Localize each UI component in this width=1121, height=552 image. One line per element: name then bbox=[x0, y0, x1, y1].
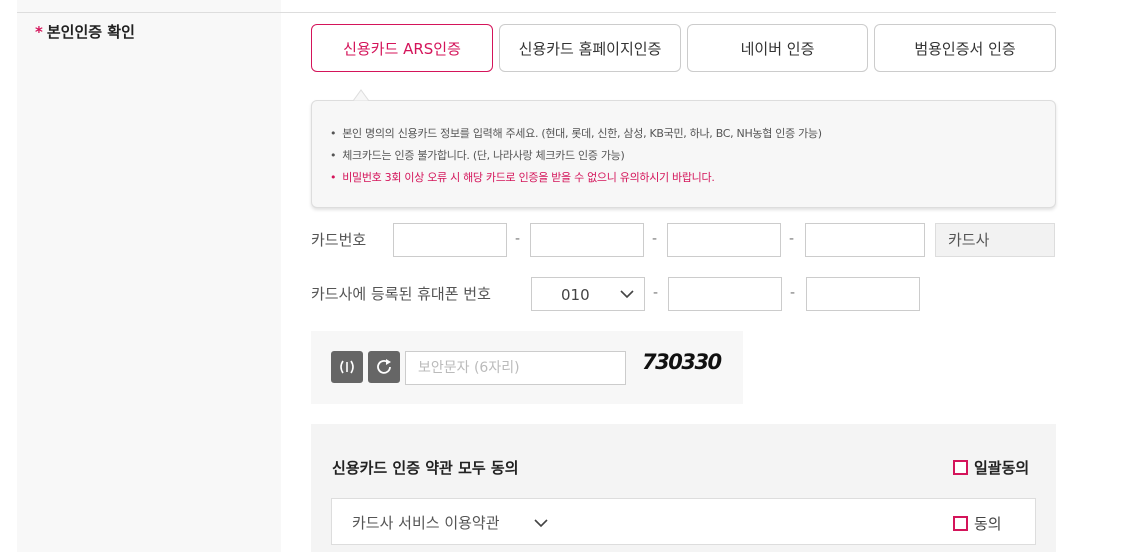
agree-all-label: 일괄동의 bbox=[974, 459, 1030, 477]
separator: - bbox=[790, 285, 796, 301]
terms-row-label: 카드사 서비스 이용약관 bbox=[352, 514, 500, 532]
card-number-part-4[interactable] bbox=[805, 223, 925, 257]
card-number-part-2[interactable] bbox=[530, 223, 644, 257]
section-label: * 본인인증 확인 bbox=[35, 21, 135, 42]
notice-list: 본인 명의의 신용카드 정보를 입력해 주세요. (현대, 롯데, 신한, 삼성… bbox=[330, 123, 822, 189]
audio-wave-icon bbox=[340, 360, 354, 374]
phone-prefix-select[interactable]: 010 bbox=[531, 277, 645, 311]
captcha-code: 730330 bbox=[642, 350, 722, 374]
notice-pointer bbox=[352, 89, 370, 107]
tab-certificate[interactable]: 범용인증서 인증 bbox=[874, 24, 1056, 72]
divider bbox=[17, 12, 1056, 13]
section-title: 본인인증 확인 bbox=[46, 23, 135, 41]
notice-box: 본인 명의의 신용카드 정보를 입력해 주세요. (현대, 롯데, 신한, 삼성… bbox=[311, 100, 1056, 208]
terms-title: 신용카드 인증 약관 모두 동의 bbox=[332, 459, 519, 477]
phone-label: 카드사에 등록된 휴대폰 번호 bbox=[311, 285, 491, 303]
separator: - bbox=[653, 285, 659, 301]
agree-all-checkbox[interactable]: 일괄동의 bbox=[953, 457, 1029, 478]
terms-row[interactable]: 카드사 서비스 이용약관 동의 bbox=[331, 498, 1036, 545]
separator: - bbox=[652, 231, 658, 247]
required-mark: * bbox=[35, 23, 43, 41]
phone-last-input[interactable] bbox=[806, 277, 920, 311]
separator: - bbox=[789, 231, 795, 247]
card-company-field: 카드사 bbox=[935, 223, 1055, 257]
card-number-part-1[interactable] bbox=[393, 223, 507, 257]
terms-agree-checkbox[interactable]: 동의 bbox=[953, 513, 1002, 534]
captcha-audio-button[interactable] bbox=[331, 351, 363, 383]
terms-panel: 신용카드 인증 약관 모두 동의 일괄동의 카드사 서비스 이용약관 동의 bbox=[311, 424, 1056, 552]
chevron-down-icon bbox=[620, 290, 634, 299]
notice-warning: 비밀번호 3회 이상 오류 시 해당 카드로 인증을 받을 수 없으니 유의하시… bbox=[330, 167, 822, 189]
tab-card-ars[interactable]: 신용카드 ARS인증 bbox=[311, 24, 493, 72]
notice-item: 체크카드는 인증 불가합니다. (단, 나라사랑 체크카드 인증 가능) bbox=[330, 145, 822, 167]
phone-prefix-value: 010 bbox=[561, 286, 590, 304]
separator: - bbox=[515, 231, 521, 247]
checkbox-icon bbox=[953, 516, 968, 531]
captcha-refresh-button[interactable] bbox=[368, 351, 400, 383]
notice-item: 본인 명의의 신용카드 정보를 입력해 주세요. (현대, 롯데, 신한, 삼성… bbox=[330, 123, 822, 145]
phone-middle-input[interactable] bbox=[668, 277, 782, 311]
terms-agree-label: 동의 bbox=[974, 515, 1002, 533]
refresh-icon bbox=[377, 359, 391, 374]
chevron-down-icon[interactable] bbox=[534, 517, 548, 529]
tab-naver[interactable]: 네이버 인증 bbox=[687, 24, 868, 72]
captcha-panel: 730330 bbox=[311, 331, 743, 404]
checkbox-icon bbox=[953, 460, 968, 475]
card-number-label: 카드번호 bbox=[311, 231, 367, 249]
tab-card-homepage[interactable]: 신용카드 홈페이지인증 bbox=[499, 24, 681, 72]
captcha-input[interactable] bbox=[405, 351, 626, 385]
label-column bbox=[17, 0, 281, 552]
card-number-part-3[interactable] bbox=[667, 223, 781, 257]
